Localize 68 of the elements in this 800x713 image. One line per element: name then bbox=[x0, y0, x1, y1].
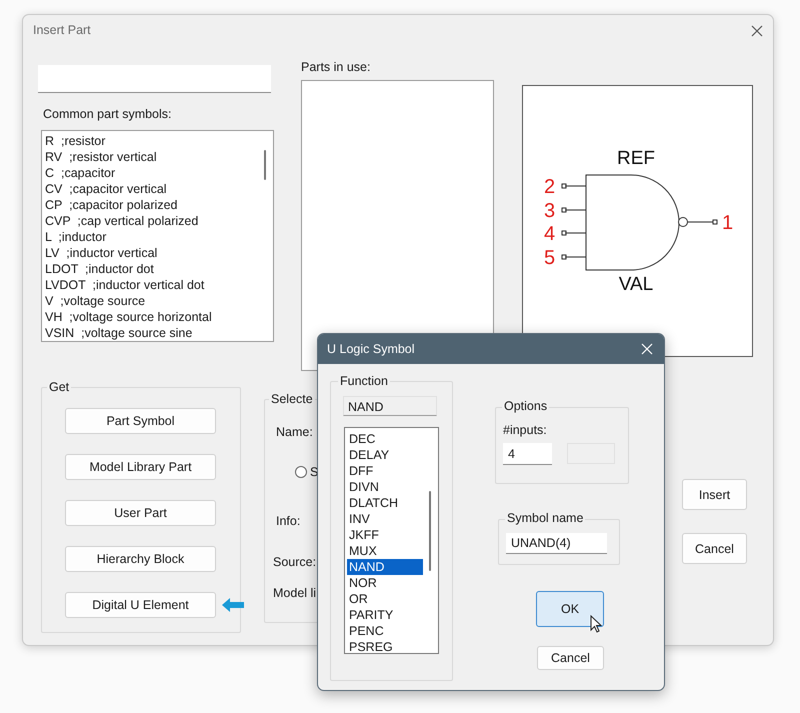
pin-number: 5 bbox=[544, 247, 556, 269]
list-item[interactable]: DELAY bbox=[347, 447, 423, 463]
list-item[interactable]: CVP ;cap vertical polarized bbox=[44, 213, 273, 229]
list-item[interactable]: NAND bbox=[347, 559, 423, 575]
group-label: Get bbox=[47, 380, 72, 394]
list-item[interactable]: DEC bbox=[347, 431, 423, 447]
window-title: Insert Part bbox=[33, 23, 91, 37]
list-item[interactable]: PARITY bbox=[347, 607, 423, 623]
list-item[interactable]: VSIN ;voltage source sine bbox=[44, 325, 273, 341]
list-item[interactable]: LDOT ;inductor dot bbox=[44, 261, 273, 277]
part-name-field[interactable] bbox=[38, 65, 271, 93]
group-label: Function bbox=[338, 374, 390, 388]
name-label: Name: bbox=[276, 425, 313, 439]
list-item[interactable]: MUX bbox=[347, 543, 423, 559]
radio-button[interactable] bbox=[295, 466, 307, 478]
group-label: Selecte bbox=[269, 392, 315, 406]
get-button[interactable]: Hierarchy Block bbox=[65, 546, 216, 572]
pin-number: 1 bbox=[722, 212, 734, 234]
common-parts-label: Common part symbols: bbox=[43, 107, 172, 121]
get-button[interactable]: Digital U Element bbox=[65, 592, 216, 618]
list-item[interactable]: DLATCH bbox=[347, 495, 423, 511]
pin-number: 4 bbox=[544, 223, 556, 245]
scrollbar-thumb[interactable] bbox=[429, 491, 431, 571]
scrollbar-thumb[interactable] bbox=[264, 150, 266, 180]
source-label: Source: bbox=[273, 555, 316, 569]
list-item[interactable]: RV ;resistor vertical bbox=[44, 149, 273, 165]
inputs-label: #inputs: bbox=[503, 423, 547, 437]
list-item[interactable]: DIVN bbox=[347, 479, 423, 495]
list-item[interactable]: LV ;inductor vertical bbox=[44, 245, 273, 261]
list-item[interactable]: OR bbox=[347, 591, 423, 607]
insert-button[interactable]: Insert bbox=[682, 479, 747, 510]
list-item[interactable]: INV bbox=[347, 511, 423, 527]
list-item[interactable]: VH ;voltage source horizontal bbox=[44, 309, 273, 325]
list-item[interactable]: V ;voltage source bbox=[44, 293, 273, 309]
info-label: Info: bbox=[276, 514, 300, 528]
function-field: NAND bbox=[343, 396, 437, 416]
list-item[interactable]: JKFF bbox=[347, 527, 423, 543]
list-item[interactable]: DFF bbox=[347, 463, 423, 479]
get-button[interactable]: Model Library Part bbox=[65, 454, 216, 480]
pin-number: 2 bbox=[544, 176, 556, 198]
close-icon[interactable] bbox=[751, 25, 763, 37]
list-item[interactable]: PSREG bbox=[347, 639, 423, 655]
function-list[interactable]: DEC DELAY DFF DIVN DLATCH INV JKFF MUX NAND NOR OR PARITY PENC PSREG bbox=[344, 427, 439, 654]
list-item[interactable]: CP ;capacitor polarized bbox=[44, 197, 273, 213]
val-label: VAL bbox=[618, 274, 654, 295]
cancel-button[interactable]: Cancel bbox=[682, 533, 747, 564]
list-item[interactable]: PENC bbox=[347, 623, 423, 639]
list-item[interactable]: C ;capacitor bbox=[44, 165, 273, 181]
group-label: Symbol name bbox=[505, 511, 586, 525]
group-label: Options bbox=[502, 399, 550, 413]
list-item[interactable]: LVDOT ;inductor vertical dot bbox=[44, 277, 273, 293]
ref-label: REF bbox=[617, 148, 655, 169]
list-item[interactable]: L ;inductor bbox=[44, 229, 273, 245]
list-item[interactable]: NOR bbox=[347, 575, 423, 591]
symbol-name-field[interactable]: UNAND(4) bbox=[506, 533, 607, 554]
ok-button[interactable]: OK bbox=[536, 591, 604, 627]
model-label: Model li bbox=[273, 586, 316, 600]
common-parts-list[interactable] bbox=[41, 130, 274, 342]
pin-number: 3 bbox=[544, 200, 556, 222]
get-button[interactable]: Part Symbol bbox=[65, 408, 216, 434]
parts-in-use-label: Parts in use: bbox=[301, 60, 370, 74]
list-item[interactable]: CV ;capacitor vertical bbox=[44, 181, 273, 197]
cancel-button[interactable]: Cancel bbox=[537, 646, 604, 670]
list-item[interactable]: R ;resistor bbox=[44, 133, 273, 149]
inputs-field[interactable]: 4 bbox=[503, 443, 552, 465]
get-button[interactable]: User Part bbox=[65, 500, 216, 526]
mouse-pointer-icon bbox=[590, 615, 602, 633]
dialog-title: U Logic Symbol bbox=[327, 342, 415, 356]
